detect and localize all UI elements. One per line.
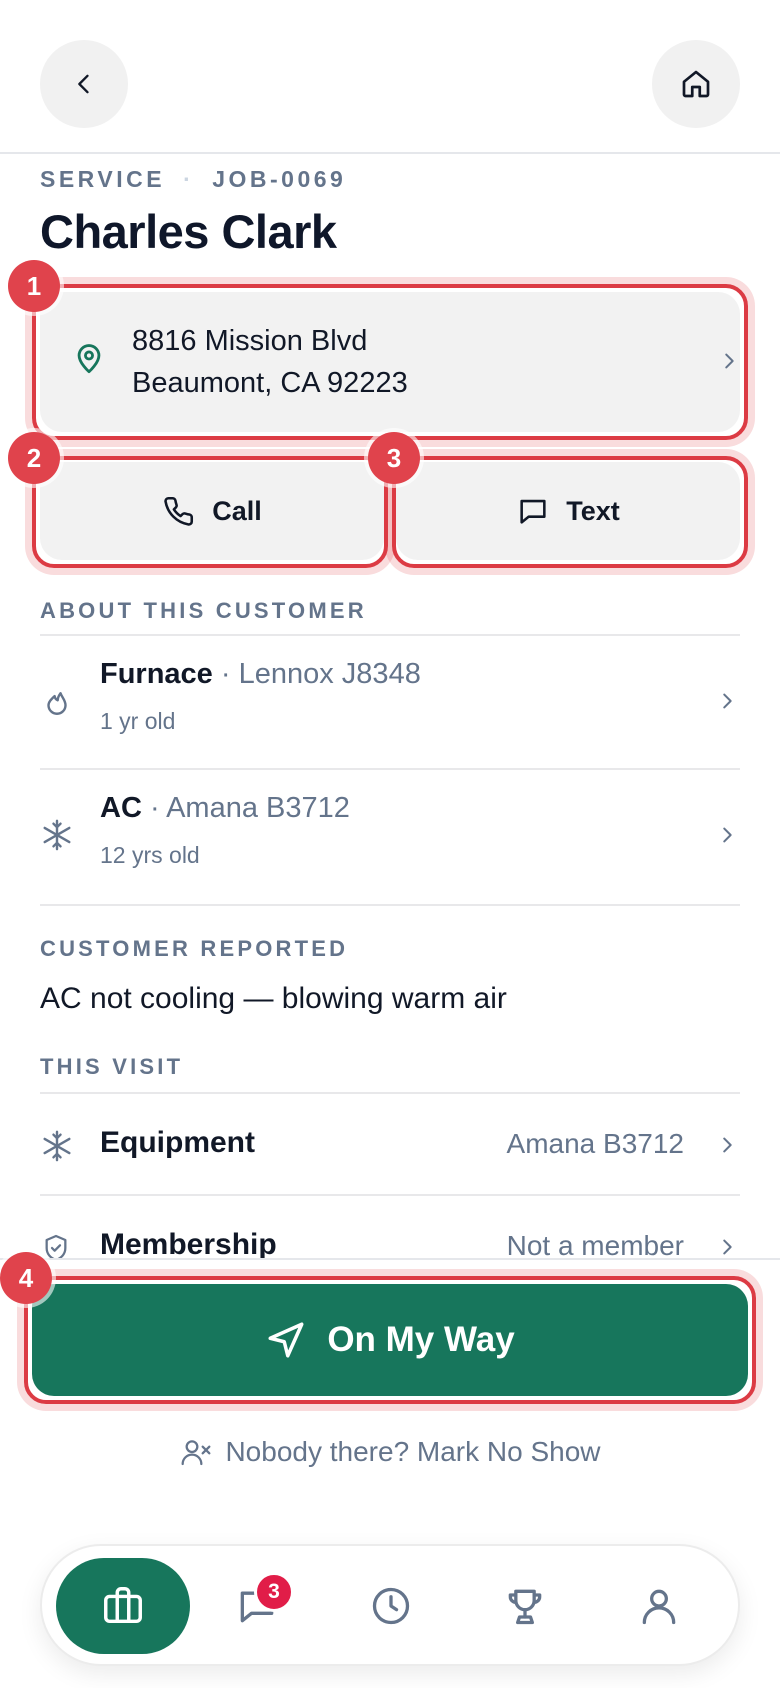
equipment-age: 1 yr old [100,708,176,734]
chevron-right-icon [723,1239,732,1255]
no-show-label: Nobody there? Mark No Show [225,1436,601,1467]
address-line2: Beaumont, CA 92223 [132,367,408,399]
annotation-badge: 1 [8,260,60,312]
job-number: JOB-0069 [212,166,347,192]
equipment-row-furnace[interactable]: Furnace · Lennox J8348 1 yr old [40,636,740,768]
equipment-row-ac[interactable]: AC · Amana B3712 12 yrs old [40,770,740,902]
reported-text: AC not cooling — blowing warm air [40,982,507,1015]
annotation-badge: 3 [368,432,420,484]
chevron-right-icon [723,693,732,709]
address-line1: 8816 Mission Blvd [132,325,368,357]
address-card[interactable]: 8816 Mission Blvd Beaumont, CA 92223 [40,292,740,432]
phone-icon [164,496,194,526]
tab-profile[interactable] [592,1558,726,1654]
bottom-tab-bar: 3 [40,1544,740,1666]
visit-label: Membership [100,1228,277,1261]
job-kicker: SERVICE · JOB-0069 [40,166,346,193]
navigation-icon [268,1322,304,1358]
snowflake-icon [43,819,71,851]
top-bar [0,0,780,154]
visit-value: Amana B3712 [506,1128,684,1159]
map-pin-icon [77,344,101,374]
tab-messages[interactable] [190,1558,324,1654]
flame-icon [47,692,67,715]
chevron-left-icon [78,74,89,94]
chevron-right-icon [725,353,734,369]
visit-section-label: THIS VISIT [40,1054,184,1079]
visit-label: Equipment [100,1126,255,1159]
equipment-name: Furnace · Lennox J8348 [100,658,421,690]
text-button[interactable]: Text [396,462,740,560]
chevron-right-icon [723,827,732,843]
chevron-right-icon [723,1137,732,1153]
mark-no-show-link[interactable]: Nobody there? Mark No Show [0,1436,780,1468]
clock-icon [372,1587,410,1625]
home-button[interactable] [652,40,740,128]
message-square-icon [520,499,546,524]
customer-name: Charles Clark [40,205,337,258]
call-button[interactable]: Call [40,462,384,560]
on-my-way-button[interactable]: On My Way [32,1284,748,1396]
divider [40,904,740,906]
tab-jobs[interactable] [56,1558,190,1654]
tab-history[interactable] [324,1558,458,1654]
snowflake-icon [43,1130,71,1162]
briefcase-icon [104,1587,142,1624]
call-label: Call [212,495,262,526]
on-my-way-label: On My Way [327,1320,515,1359]
equipment-age: 12 yrs old [100,842,200,868]
back-button[interactable] [40,40,128,128]
about-section-label: ABOUT THIS CUSTOMER [40,598,367,623]
text-label: Text [566,495,620,526]
user-icon [642,1589,676,1625]
visit-row-equipment[interactable]: Equipment Amana B3712 [40,1094,740,1194]
address-text: 8816 Mission Blvd Beaumont, CA 92223 [132,320,408,404]
tab-leaderboard[interactable] [458,1558,592,1654]
trophy-icon [508,1589,542,1625]
home-icon [682,70,710,98]
kicker-separator: · [183,166,195,192]
job-type: SERVICE [40,166,166,192]
reported-section-label: CUSTOMER REPORTED [40,936,349,961]
annotation-badge: 4 [0,1252,52,1304]
equipment-name: AC · Amana B3712 [100,792,350,824]
annotation-badge: 2 [8,432,60,484]
messages-badge: 3 [254,1572,294,1612]
user-x-icon [181,1440,211,1466]
